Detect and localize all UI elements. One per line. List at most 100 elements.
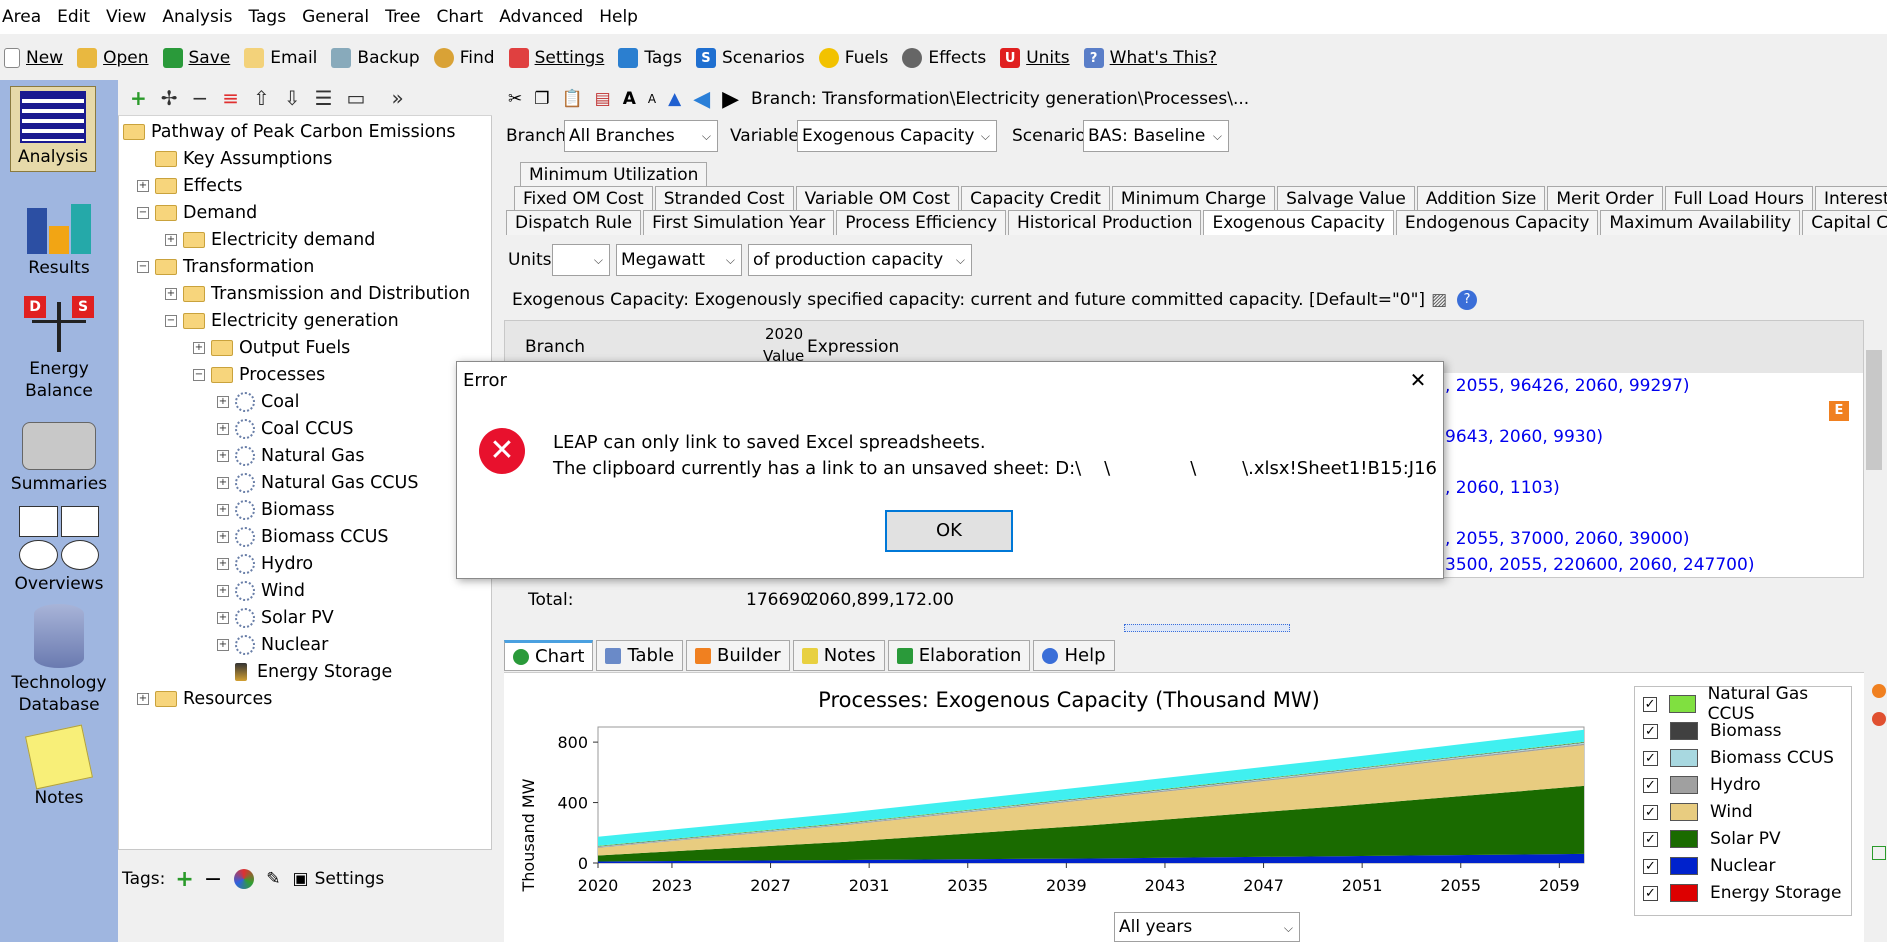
- tree-node[interactable]: Key Assumptions: [137, 146, 332, 172]
- new-button[interactable]: New: [4, 48, 63, 68]
- tree-node[interactable]: + Coal CCUS: [217, 416, 353, 442]
- find-button[interactable]: Find: [433, 48, 495, 68]
- move-up-icon[interactable]: ⇧: [253, 86, 270, 110]
- checkbox-icon[interactable]: ✓: [1643, 858, 1658, 874]
- tree-node[interactable]: − Electricity generation: [165, 308, 399, 334]
- add-tag-icon[interactable]: +: [175, 867, 193, 892]
- legend-item[interactable]: ✓ Solar PV: [1643, 828, 1781, 850]
- nav-notes[interactable]: Notes: [6, 724, 112, 808]
- tree-node[interactable]: + Effects: [137, 173, 242, 199]
- view-tab-help[interactable]: Help: [1033, 640, 1115, 671]
- menu-help[interactable]: Help: [597, 7, 648, 27]
- menu-general[interactable]: General: [300, 7, 379, 27]
- save-button[interactable]: Save: [162, 48, 230, 68]
- delete-icon[interactable]: −: [192, 86, 209, 110]
- expand-icon[interactable]: +: [217, 477, 229, 489]
- remove-icon[interactable]: ≡: [222, 86, 239, 110]
- tree-node[interactable]: + Nuclear: [217, 632, 328, 658]
- nav-summaries[interactable]: Summaries: [6, 416, 112, 494]
- tree-node[interactable]: + Coal: [217, 389, 300, 415]
- tab-capacity-credit[interactable]: Capacity Credit: [961, 186, 1110, 211]
- expand-icon[interactable]: +: [217, 558, 229, 570]
- open-button[interactable]: Open: [77, 48, 149, 68]
- checkbox-icon[interactable]: ✓: [1643, 696, 1658, 712]
- nav-analysis[interactable]: Analysis: [10, 86, 96, 172]
- tree-node[interactable]: + Transmission and Distribution: [165, 281, 470, 307]
- menu-advanced[interactable]: Advanced: [497, 7, 593, 27]
- font-smaller-icon[interactable]: A: [648, 92, 656, 106]
- ok-button[interactable]: OK: [885, 510, 1013, 552]
- pie-chart-icon[interactable]: [1872, 684, 1886, 698]
- tree-node[interactable]: + Natural Gas: [217, 443, 365, 469]
- legend-item[interactable]: ✓ Biomass CCUS: [1643, 747, 1834, 769]
- forward-arrow-icon[interactable]: ▶: [722, 87, 739, 112]
- scenario-select[interactable]: BAS: Baseline ⌵: [1083, 120, 1229, 152]
- close-icon[interactable]: ✕: [1405, 368, 1431, 394]
- move-down-icon[interactable]: ⇩: [284, 86, 301, 110]
- legend-item[interactable]: ✓ Biomass: [1643, 720, 1781, 742]
- chart-side-tools[interactable]: [1872, 680, 1887, 880]
- settings-button[interactable]: Settings: [508, 48, 604, 68]
- menu-tree[interactable]: Tree: [383, 7, 430, 27]
- whats-this-button[interactable]: ? What's This?: [1083, 48, 1217, 68]
- unit-per-select[interactable]: of production capacity ⌵: [748, 244, 972, 276]
- expand-icon[interactable]: +: [217, 612, 229, 624]
- splitter-handle[interactable]: [1124, 624, 1290, 632]
- tab-fixed-om-cost[interactable]: Fixed OM Cost: [514, 186, 653, 211]
- tab-exogenous-capacity[interactable]: Exogenous Capacity: [1203, 210, 1394, 235]
- menu-view[interactable]: View: [104, 7, 156, 27]
- tab-dispatch-rule[interactable]: Dispatch Rule: [506, 210, 642, 235]
- expand-icon[interactable]: +: [165, 234, 177, 246]
- legend-item[interactable]: ✓ Natural Gas CCUS: [1643, 684, 1851, 724]
- excel-link-icon[interactable]: E: [1829, 401, 1849, 421]
- menu-chart[interactable]: Chart: [435, 7, 494, 27]
- expand-icon[interactable]: +: [217, 450, 229, 462]
- tab-interest-rate[interactable]: Interest Rate: [1815, 186, 1887, 211]
- expand-icon[interactable]: +: [217, 531, 229, 543]
- paste-special-icon[interactable]: ▤: [595, 89, 611, 109]
- checkbox-icon[interactable]: ✓: [1643, 777, 1658, 793]
- legend-item[interactable]: ✓ Energy Storage: [1643, 882, 1841, 904]
- more-icon[interactable]: »: [391, 86, 403, 110]
- expand-icon[interactable]: +: [217, 504, 229, 516]
- grid-icon[interactable]: [1872, 846, 1886, 860]
- expand-icon[interactable]: +: [137, 180, 149, 192]
- unit-scale-select[interactable]: ⌵: [552, 244, 610, 276]
- view-tab-notes[interactable]: Notes: [792, 640, 885, 671]
- help-icon[interactable]: ?: [1457, 290, 1478, 310]
- legend-item[interactable]: ✓ Hydro: [1643, 774, 1761, 796]
- menu-area[interactable]: Area: [0, 7, 51, 27]
- grid-row-expression[interactable]: , 2055, 37000, 2060, 39000): [1445, 529, 1690, 549]
- checkbox-icon[interactable]: ✓: [1643, 804, 1658, 820]
- grid-scrollbar[interactable]: [1864, 320, 1884, 620]
- tree-node[interactable]: + Wind: [217, 578, 305, 604]
- checkbox-icon[interactable]: ✓: [1643, 885, 1658, 901]
- copy-icon[interactable]: ❐: [534, 89, 549, 109]
- collapse-icon[interactable]: −: [165, 315, 177, 327]
- back-arrow-icon[interactable]: ◀: [693, 87, 710, 112]
- tree-node[interactable]: Energy Storage: [217, 659, 392, 685]
- tree-node[interactable]: + Solar PV: [217, 605, 334, 631]
- expand-icon[interactable]: +: [217, 639, 229, 651]
- backup-button[interactable]: Backup: [331, 48, 420, 68]
- tab-minimum-utilization[interactable]: Minimum Utilization: [520, 162, 708, 187]
- tab-endogenous-capacity[interactable]: Endogenous Capacity: [1395, 210, 1599, 235]
- tree-node[interactable]: + Hydro: [217, 551, 313, 577]
- tab-stranded-cost[interactable]: Stranded Cost: [654, 186, 794, 211]
- legend-item[interactable]: ✓ Nuclear: [1643, 855, 1775, 877]
- grid-row-expression[interactable]: 9643, 2060, 9930): [1445, 427, 1603, 447]
- nav-energy-balance[interactable]: D S Energy Balance: [6, 292, 112, 402]
- tree-node[interactable]: + Biomass: [217, 497, 335, 523]
- tag-settings-button[interactable]: ▣ Settings: [293, 869, 385, 889]
- collapse-icon[interactable]: −: [193, 369, 205, 381]
- email-button[interactable]: Email: [244, 48, 317, 68]
- tab-full-load-hours[interactable]: Full Load Hours: [1664, 186, 1814, 211]
- nav-overviews[interactable]: Overviews: [6, 506, 112, 594]
- tab-process-efficiency[interactable]: Process Efficiency: [836, 210, 1006, 235]
- expand-icon[interactable]: +: [217, 585, 229, 597]
- fuels-button[interactable]: Fuels: [818, 48, 888, 68]
- tab-capital-cost[interactable]: Capital Cost: [1802, 210, 1887, 235]
- tree-node[interactable]: − Transformation: [137, 254, 314, 280]
- grid-row-expression[interactable]: , 2055, 96426, 2060, 99297): [1445, 376, 1690, 396]
- checkbox-icon[interactable]: ✓: [1643, 723, 1658, 739]
